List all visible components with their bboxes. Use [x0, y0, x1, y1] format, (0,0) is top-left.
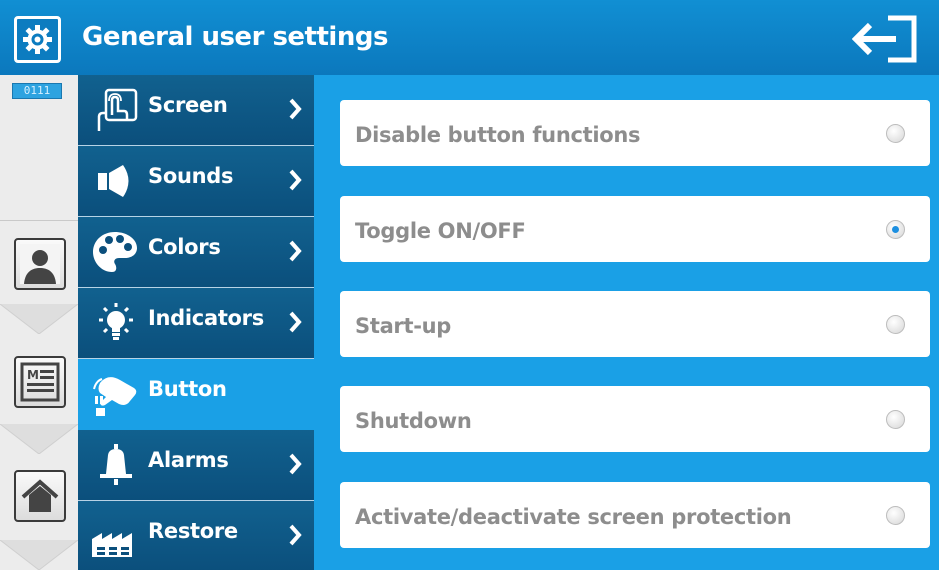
factory-icon [92, 533, 132, 557]
option-label: Disable button functions [355, 123, 641, 147]
radio-button[interactable] [886, 220, 905, 239]
user-profile-icon [20, 244, 60, 284]
option-screen-protection[interactable]: Activate/deactivate screen protection [340, 482, 930, 548]
chevron-right-icon [289, 240, 302, 262]
menu-item-screen[interactable]: Screen [78, 75, 314, 146]
radio-button[interactable] [886, 506, 905, 525]
menu-item-sounds[interactable]: Sounds [78, 146, 314, 217]
option-toggle-on-off[interactable]: Toggle ON/OFF [340, 196, 930, 262]
option-disable-button-functions[interactable]: Disable button functions [340, 100, 930, 166]
option-shutdown[interactable]: Shutdown [340, 386, 930, 452]
menu-item-button[interactable]: Button [78, 359, 314, 430]
user-profile-button[interactable] [14, 238, 66, 290]
speaker-icon [98, 165, 129, 197]
menu-list-button[interactable]: M [14, 356, 66, 408]
menu-item-label: Alarms [148, 448, 229, 472]
radio-button[interactable] [886, 124, 905, 143]
hand-press-icon [93, 377, 137, 416]
chevron-down-icon [0, 540, 78, 570]
home-icon [21, 479, 59, 512]
chevron-right-icon [289, 169, 302, 191]
menu-item-restore[interactable]: Restore [78, 501, 314, 570]
option-label: Shutdown [355, 409, 472, 433]
page-title: General user settings [82, 22, 388, 52]
counter-badge: 0111 [12, 83, 62, 99]
menu-item-colors[interactable]: Colors [78, 217, 314, 288]
settings-menu: Screen Sounds Colors Indicators Button A… [78, 75, 314, 570]
gear-icon [23, 25, 52, 54]
menu-item-label: Indicators [148, 306, 264, 330]
menu-item-label: Colors [148, 235, 221, 259]
chevron-right-icon [289, 311, 302, 333]
chevron-right-icon [289, 524, 302, 546]
lightbulb-icon [99, 303, 133, 340]
menu-item-label: Sounds [148, 164, 234, 188]
option-label: Activate/deactivate screen protection [355, 505, 792, 529]
menu-list-icon: M [20, 362, 60, 402]
chevron-right-icon [289, 98, 302, 120]
menu-item-indicators[interactable]: Indicators [78, 288, 314, 359]
bell-icon [100, 444, 132, 485]
option-start-up[interactable]: Start-up [340, 291, 930, 357]
option-label: Toggle ON/OFF [355, 219, 526, 243]
title-bar: General user settings [0, 0, 939, 75]
menu-item-label: Screen [148, 93, 228, 117]
option-label: Start-up [355, 314, 452, 338]
chevron-right-icon [289, 453, 302, 475]
touch-screen-icon [97, 88, 138, 131]
menu-item-label: Restore [148, 519, 238, 543]
settings-button[interactable] [14, 16, 61, 63]
radio-button[interactable] [886, 315, 905, 334]
chevron-down-icon [0, 304, 78, 334]
menu-item-alarms[interactable]: Alarms [78, 430, 314, 501]
home-button[interactable] [14, 470, 66, 522]
chevron-down-icon [0, 424, 78, 454]
exit-icon[interactable] [852, 14, 922, 64]
svg-text:M: M [27, 368, 39, 382]
palette-icon [93, 232, 137, 272]
radio-button[interactable] [886, 410, 905, 429]
menu-item-label: Button [148, 377, 227, 401]
rail-divider [0, 220, 78, 221]
